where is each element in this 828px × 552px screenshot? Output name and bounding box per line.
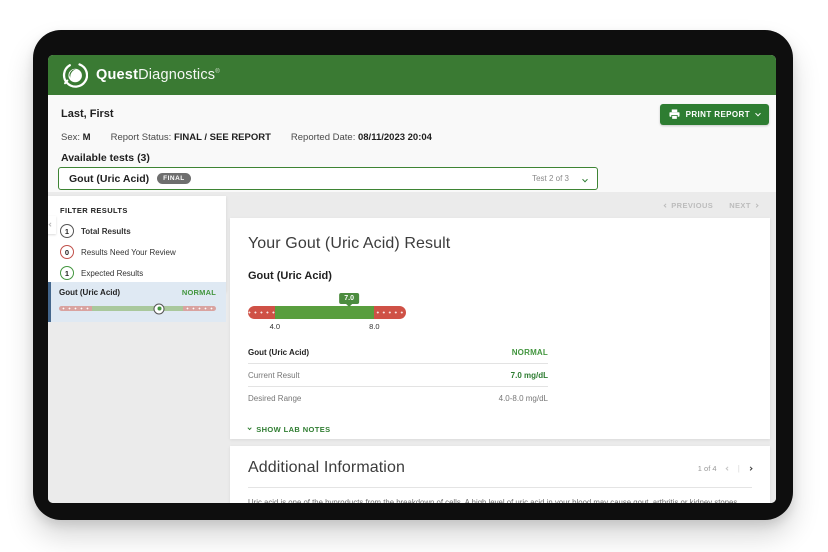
filter-item-label: Expected Results bbox=[81, 269, 143, 278]
need-review-count: 0 bbox=[60, 245, 74, 259]
total-results-count: 1 bbox=[60, 224, 74, 238]
printer-icon bbox=[669, 109, 680, 120]
sidebar-result-item-gout[interactable]: Gout (Uric Acid) NORMAL bbox=[48, 282, 226, 322]
previous-button[interactable]: PREVIOUS bbox=[664, 201, 713, 210]
selected-test-name: Gout (Uric Acid) bbox=[69, 173, 149, 185]
chevron-down-icon bbox=[247, 426, 252, 431]
table-row: Desired Range 4.0-8.0 mg/dL bbox=[248, 386, 548, 409]
app-header: QuestDiagnostics® bbox=[48, 55, 776, 95]
filter-item-label: Total Results bbox=[81, 227, 131, 236]
show-lab-notes-toggle[interactable]: SHOW LAB NOTES bbox=[248, 425, 752, 434]
next-button[interactable]: NEXT bbox=[729, 201, 758, 210]
current-value-tag: 7.0 bbox=[339, 293, 359, 304]
row-label: Desired Range bbox=[248, 394, 301, 403]
sidebar-result-status-badge: NORMAL bbox=[182, 288, 216, 297]
result-test-name: Gout (Uric Acid) bbox=[248, 270, 752, 282]
sidebar-collapse-handle[interactable] bbox=[48, 216, 56, 234]
test-selector-dropdown[interactable]: Gout (Uric Acid) FINAL Test 2 of 3 bbox=[58, 167, 598, 190]
row-value: 7.0 mg/dL bbox=[511, 371, 548, 380]
main-panel: PREVIOUS NEXT Your Gout (Uric Acid) Resu… bbox=[230, 192, 770, 503]
result-card-title: Your Gout (Uric Acid) Result bbox=[248, 235, 752, 253]
content-area: FILTER RESULTS 1 Total Results 0 Results… bbox=[48, 192, 776, 503]
tablet-frame: QuestDiagnostics® Last, First PRINT REPO… bbox=[33, 30, 793, 520]
result-pager: PREVIOUS NEXT bbox=[664, 201, 758, 210]
filter-item-total-results[interactable]: 1 Total Results bbox=[60, 224, 216, 238]
available-tests-label: Available tests (3) bbox=[61, 152, 150, 164]
test-position-indicator: Test 2 of 3 bbox=[532, 174, 569, 183]
patient-meta-row: Sex: M Report Status: FINAL / SEE REPORT… bbox=[61, 132, 432, 143]
print-report-label: PRINT REPORT bbox=[686, 110, 750, 119]
table-row: Gout (Uric Acid) NORMAL bbox=[248, 341, 548, 363]
quest-logo-icon bbox=[61, 62, 88, 89]
result-card: Your Gout (Uric Acid) Result Gout (Uric … bbox=[230, 218, 770, 439]
info-next-button[interactable] bbox=[749, 464, 752, 473]
filter-results-title: FILTER RESULTS bbox=[60, 206, 216, 215]
row-value: 4.0-8.0 mg/dL bbox=[499, 394, 548, 403]
filter-item-expected-results[interactable]: 1 Expected Results bbox=[60, 266, 216, 280]
row-label: Gout (Uric Acid) bbox=[248, 348, 309, 357]
brand-wordmark: QuestDiagnostics® bbox=[96, 67, 220, 83]
result-table: Gout (Uric Acid) NORMAL Current Result 7… bbox=[248, 341, 548, 409]
patient-info-section: Last, First PRINT REPORT Sex: M Report S… bbox=[48, 95, 776, 192]
result-range-gauge: 7.0 4.0 8.0 bbox=[248, 306, 406, 333]
range-high-zone bbox=[183, 306, 216, 311]
patient-name: Last, First bbox=[61, 108, 114, 120]
card-divider bbox=[248, 487, 752, 488]
show-lab-notes-label: SHOW LAB NOTES bbox=[256, 425, 330, 434]
filter-results-panel: FILTER RESULTS 1 Total Results 0 Results… bbox=[48, 196, 226, 292]
range-low-label: 4.0 bbox=[270, 322, 280, 331]
patient-sex: Sex: M bbox=[61, 132, 91, 143]
additional-info-body: Uric acid is one of the byproducts from … bbox=[248, 497, 752, 503]
additional-info-card: Additional Information 1 of 4 | Uric aci… bbox=[230, 446, 770, 503]
low-zone bbox=[248, 306, 275, 319]
range-bar bbox=[248, 306, 406, 319]
final-status-badge: FINAL bbox=[157, 173, 191, 184]
range-low-zone bbox=[59, 306, 92, 311]
range-high-label: 8.0 bbox=[369, 322, 379, 331]
filter-item-need-review[interactable]: 0 Results Need Your Review bbox=[60, 245, 216, 259]
row-value: NORMAL bbox=[512, 348, 548, 357]
app-screen: QuestDiagnostics® Last, First PRINT REPO… bbox=[48, 55, 776, 503]
additional-info-title: Additional Information bbox=[248, 459, 405, 477]
result-marker bbox=[154, 303, 165, 314]
print-report-button[interactable]: PRINT REPORT bbox=[660, 104, 769, 125]
filter-item-label: Results Need Your Review bbox=[81, 248, 176, 257]
sidebar-result-name: Gout (Uric Acid) bbox=[59, 288, 120, 297]
report-status: Report Status: FINAL / SEE REPORT bbox=[111, 132, 271, 143]
expected-results-count: 1 bbox=[60, 266, 74, 280]
info-pagination: 1 of 4 | bbox=[698, 464, 752, 473]
table-row: Current Result 7.0 mg/dL bbox=[248, 363, 548, 386]
reported-date: Reported Date: 08/11/2023 20:04 bbox=[291, 132, 432, 143]
sidebar-range-slider bbox=[59, 306, 216, 311]
normal-zone bbox=[275, 306, 375, 319]
info-previous-button[interactable] bbox=[726, 464, 729, 473]
high-zone bbox=[374, 306, 406, 319]
chevron-down-icon bbox=[755, 110, 761, 116]
pagination-divider: | bbox=[738, 464, 740, 473]
page-indicator: 1 of 4 bbox=[698, 464, 717, 473]
range-labels: 4.0 8.0 bbox=[248, 322, 406, 333]
row-label: Current Result bbox=[248, 371, 300, 380]
chevron-down-icon bbox=[583, 170, 587, 188]
range-normal-zone bbox=[92, 306, 183, 311]
